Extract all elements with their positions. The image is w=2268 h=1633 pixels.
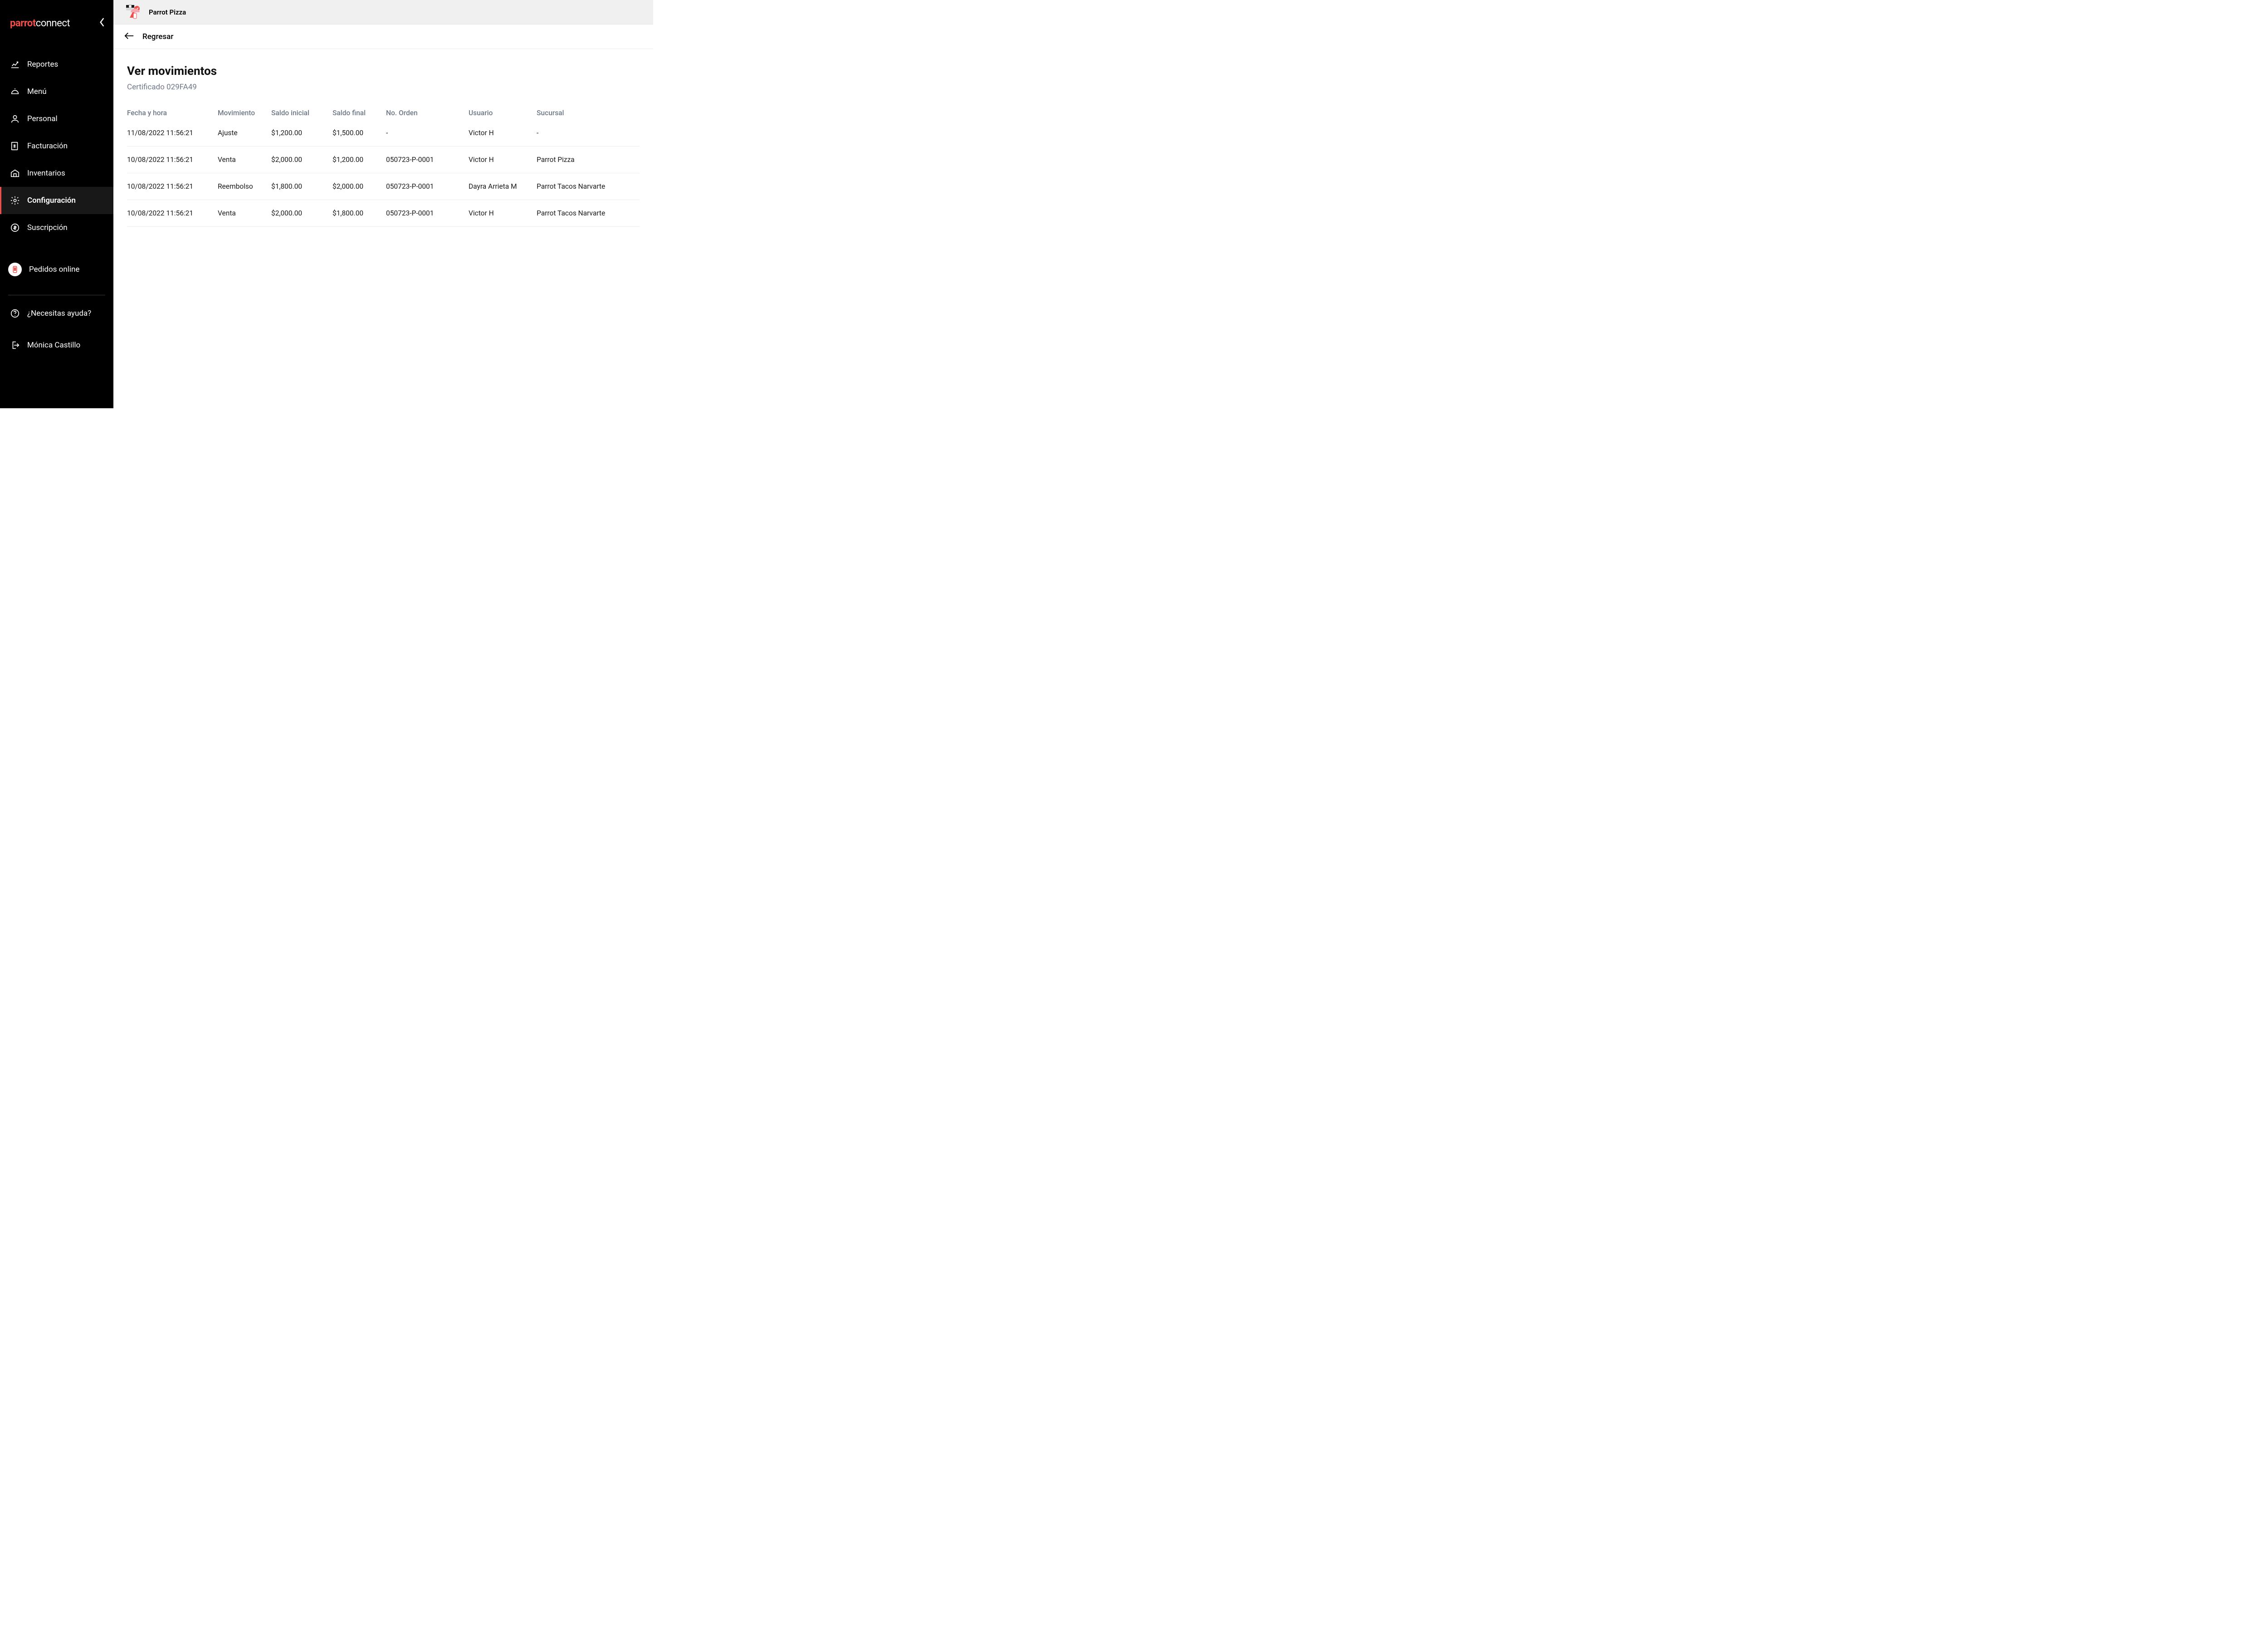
sidebar-item-facturacion[interactable]: Facturación bbox=[0, 132, 113, 160]
sidebar-item-label: ¿Necesitas ayuda? bbox=[27, 309, 91, 318]
td-movement: Venta bbox=[218, 156, 271, 164]
back-button[interactable] bbox=[124, 32, 134, 42]
td-final: $1,200.00 bbox=[332, 156, 386, 164]
page-subtitle: Certificado 029FA49 bbox=[127, 83, 640, 92]
sidebar-item-reportes[interactable]: Reportes bbox=[0, 51, 113, 78]
td-movement: Venta bbox=[218, 209, 271, 217]
logo-part1: parrot bbox=[10, 18, 36, 29]
sidebar-user-name: Mónica Castillo bbox=[27, 341, 80, 350]
sidebar-nav: Reportes Menú Personal Facturación Inven… bbox=[0, 38, 113, 408]
sidebar-item-personal[interactable]: Personal bbox=[0, 105, 113, 132]
movements-table: Fecha y hora Movimiento Saldo inicial Sa… bbox=[127, 104, 640, 227]
table-body: 11/08/2022 11:56:21Ajuste$1,200.00$1,500… bbox=[127, 123, 640, 227]
sidebar-item-label: Inventarios bbox=[27, 169, 65, 178]
td-final: $2,000.00 bbox=[332, 182, 386, 191]
page-title: Ver movimientos bbox=[127, 64, 640, 78]
table-row: 11/08/2022 11:56:21Ajuste$1,200.00$1,500… bbox=[127, 123, 640, 147]
td-user: Victor H bbox=[469, 209, 537, 217]
td-order: 050723-P-0001 bbox=[386, 209, 469, 217]
chevron-left-icon bbox=[99, 17, 105, 29]
store-icon bbox=[124, 4, 142, 20]
sidebar-item-label: Suscripción bbox=[27, 223, 68, 232]
td-datetime: 10/08/2022 11:56:21 bbox=[127, 182, 218, 191]
sidebar: parrotconnect Reportes Menú Personal bbox=[0, 0, 113, 408]
sidebar-item-menu[interactable]: Menú bbox=[0, 78, 113, 105]
main: Parrot Pizza Regresar Ver movimientos Ce… bbox=[113, 0, 653, 408]
chart-up-icon bbox=[10, 59, 20, 69]
th-datetime: Fecha y hora bbox=[127, 109, 218, 117]
td-movement: Reembolso bbox=[218, 182, 271, 191]
td-user: Victor H bbox=[469, 129, 537, 137]
cloche-icon bbox=[10, 87, 20, 97]
gear-icon bbox=[10, 196, 20, 205]
td-user: Dayra Arrieta M bbox=[469, 182, 537, 191]
arrow-left-icon bbox=[124, 32, 134, 42]
td-branch: Parrot Tacos Narvarte bbox=[537, 182, 627, 191]
table-header: Fecha y hora Movimiento Saldo inicial Sa… bbox=[127, 104, 640, 123]
table-row: 10/08/2022 11:56:21Reembolso$1,800.00$2,… bbox=[127, 173, 640, 200]
td-order: - bbox=[386, 129, 469, 137]
table-row: 10/08/2022 11:56:21Venta$2,000.00$1,200.… bbox=[127, 147, 640, 173]
pedidos-online-icon bbox=[8, 263, 22, 276]
sidebar-item-label: Configuración bbox=[27, 196, 76, 205]
td-final: $1,500.00 bbox=[332, 129, 386, 137]
store-name: Parrot Pizza bbox=[149, 8, 186, 16]
sidebar-item-inventarios[interactable]: Inventarios bbox=[0, 160, 113, 187]
td-branch: Parrot Pizza bbox=[537, 156, 627, 164]
sidebar-item-suscripcion[interactable]: Suscripción bbox=[0, 214, 113, 241]
user-icon bbox=[10, 114, 20, 124]
th-movement: Movimiento bbox=[218, 109, 271, 117]
invoice-icon bbox=[10, 141, 20, 151]
back-row: Regresar bbox=[113, 24, 653, 49]
th-branch: Sucursal bbox=[537, 109, 627, 117]
td-branch: Parrot Tacos Narvarte bbox=[537, 209, 627, 217]
back-label: Regresar bbox=[142, 32, 173, 41]
td-initial: $2,000.00 bbox=[271, 156, 332, 164]
collapse-sidebar-button[interactable] bbox=[99, 17, 105, 29]
logout-icon bbox=[10, 340, 20, 350]
logo: parrotconnect bbox=[10, 18, 70, 29]
th-initial: Saldo inicial bbox=[271, 109, 332, 117]
td-order: 050723-P-0001 bbox=[386, 156, 469, 164]
td-initial: $1,800.00 bbox=[271, 182, 332, 191]
sidebar-item-label: Pedidos online bbox=[29, 265, 79, 274]
td-final: $1,800.00 bbox=[332, 209, 386, 217]
sidebar-item-label: Facturación bbox=[27, 142, 68, 151]
td-datetime: 10/08/2022 11:56:21 bbox=[127, 156, 218, 164]
sidebar-item-label: Menú bbox=[27, 87, 47, 96]
td-order: 050723-P-0001 bbox=[386, 182, 469, 191]
table-row: 10/08/2022 11:56:21Venta$2,000.00$1,800.… bbox=[127, 200, 640, 227]
td-initial: $1,200.00 bbox=[271, 129, 332, 137]
td-initial: $2,000.00 bbox=[271, 209, 332, 217]
sidebar-item-label: Reportes bbox=[27, 60, 58, 69]
topbar: Parrot Pizza bbox=[113, 0, 653, 24]
td-movement: Ajuste bbox=[218, 129, 271, 137]
sidebar-item-label: Personal bbox=[27, 114, 58, 123]
td-branch: - bbox=[537, 129, 627, 137]
th-order: No. Orden bbox=[386, 109, 469, 117]
sidebar-item-pedidos-online[interactable]: Pedidos online bbox=[0, 254, 113, 285]
sidebar-item-help[interactable]: ¿Necesitas ayuda? bbox=[0, 300, 113, 327]
logo-part2: connect bbox=[36, 18, 70, 29]
td-user: Victor H bbox=[469, 156, 537, 164]
td-datetime: 11/08/2022 11:56:21 bbox=[127, 129, 218, 137]
sidebar-item-configuracion[interactable]: Configuración bbox=[0, 187, 113, 214]
th-final: Saldo final bbox=[332, 109, 386, 117]
td-datetime: 10/08/2022 11:56:21 bbox=[127, 209, 218, 217]
help-icon bbox=[10, 308, 20, 318]
sidebar-header: parrotconnect bbox=[0, 0, 113, 38]
th-user: Usuario bbox=[469, 109, 537, 117]
sidebar-item-user[interactable]: Mónica Castillo bbox=[0, 332, 113, 359]
content: Ver movimientos Certificado 029FA49 Fech… bbox=[113, 49, 653, 227]
warehouse-icon bbox=[10, 168, 20, 178]
refresh-dollar-icon bbox=[10, 223, 20, 233]
